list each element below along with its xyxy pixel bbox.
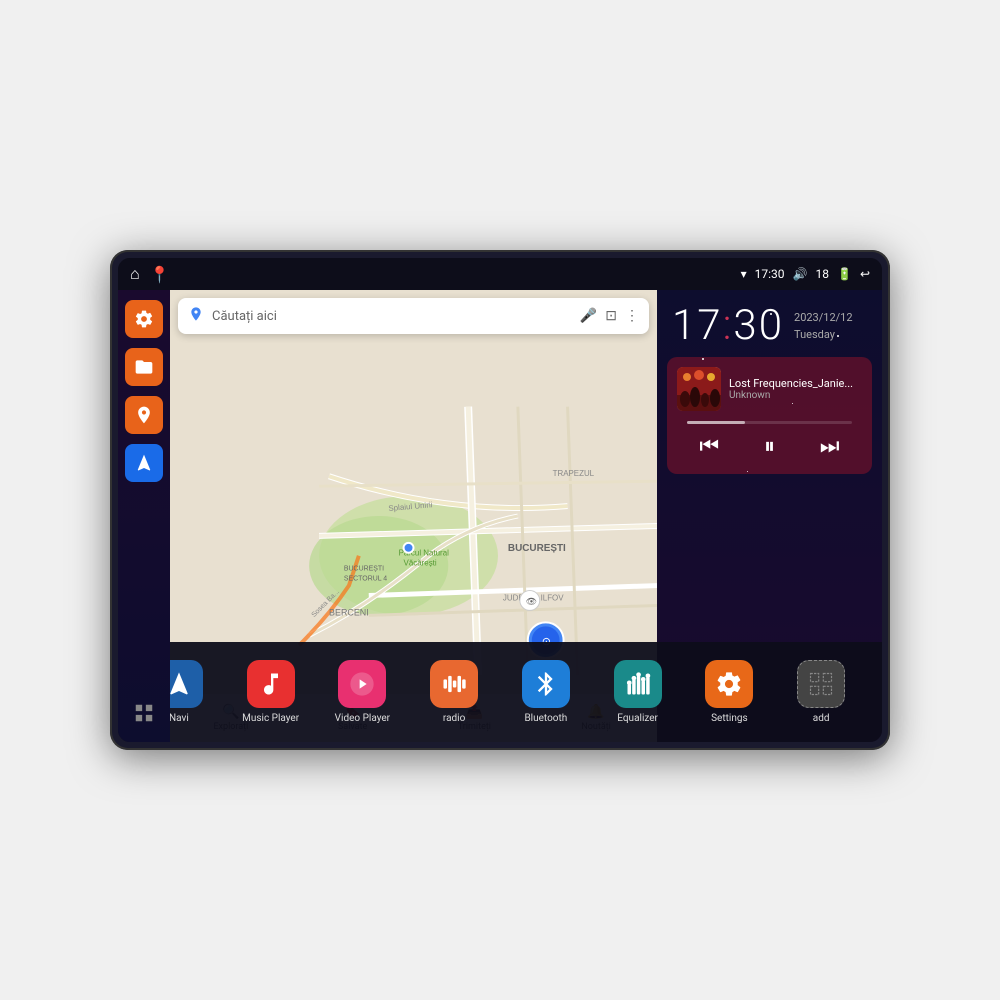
status-bar-left: ⌂ 📍	[130, 264, 170, 284]
sidebar-map-btn[interactable]	[125, 396, 163, 434]
pause-button[interactable]: ⏸	[759, 429, 780, 464]
album-art-image	[677, 367, 721, 411]
sidebar-settings-btn[interactable]	[125, 300, 163, 338]
map-search-bar[interactable]: Căutați aici 🎤 ⊡ ⋮	[178, 298, 649, 334]
clock-display: 17:30	[672, 305, 784, 347]
music-artist: Unknown	[729, 390, 862, 401]
layers-icon[interactable]: ⊡	[605, 308, 617, 324]
navi-label: Navi	[169, 713, 189, 724]
svg-text:BUCUREȘTI: BUCUREȘTI	[508, 543, 566, 554]
device-frame: ⌂ 📍 ▾ 17:30 🔊 18 🔋 ↩	[110, 250, 890, 750]
music-progress-bar[interactable]	[687, 421, 852, 424]
battery-icon: 🔋	[837, 267, 852, 281]
add-label: add	[813, 713, 830, 724]
next-button[interactable]: ⏭	[815, 429, 845, 464]
volume-icon: 🔊	[793, 267, 808, 281]
svg-text:TRAPEZUL: TRAPEZUL	[553, 469, 595, 478]
svg-text:👁: 👁	[526, 596, 537, 606]
battery-level: 18	[815, 267, 829, 281]
more-icon[interactable]: ⋮	[625, 308, 639, 324]
app-video-player[interactable]: Video Player	[328, 660, 396, 724]
main-area: Splaiul Unirii BUCUREȘTI JUDEȚUL ILFOV B…	[118, 290, 882, 742]
music-controls: ⏮ ⏸ ⏭	[677, 429, 862, 464]
map-search-input[interactable]: Căutați aici	[212, 309, 572, 324]
time-display: 17:30	[755, 267, 785, 281]
svg-text:BUCUREȘTI: BUCUREȘTI	[344, 566, 384, 573]
music-player-icon	[247, 660, 295, 708]
add-icon	[797, 660, 845, 708]
video-player-icon	[338, 660, 386, 708]
music-player: Lost Frequencies_Janie... Unknown ⏮ ⏸	[667, 357, 872, 474]
radio-icon	[430, 660, 478, 708]
home-icon[interactable]: ⌂	[130, 264, 140, 284]
app-settings[interactable]: Settings	[695, 660, 763, 724]
map-search-actions: 🎤 ⊡ ⋮	[580, 308, 639, 324]
app-music-player[interactable]: Music Player	[237, 660, 305, 724]
clock-date-value: 2023/12/12	[794, 310, 853, 327]
status-bar: ⌂ 📍 ▾ 17:30 🔊 18 🔋 ↩	[118, 258, 882, 290]
wifi-icon: ▾	[741, 267, 747, 281]
clock-time: 17:30	[672, 305, 784, 347]
google-maps-icon	[188, 306, 204, 326]
album-art	[677, 367, 721, 411]
settings-icon	[705, 660, 753, 708]
equalizer-label: Equalizer	[617, 713, 658, 724]
app-equalizer[interactable]: Equalizer	[604, 660, 672, 724]
music-progress-fill	[687, 421, 745, 424]
clock-hours: 17	[672, 301, 723, 350]
equalizer-icon	[614, 660, 662, 708]
app-add[interactable]: add	[787, 660, 855, 724]
mic-icon[interactable]: 🎤	[580, 308, 597, 324]
map-status-icon[interactable]: 📍	[150, 265, 170, 284]
music-title: Lost Frequencies_Janie...	[729, 377, 862, 390]
clock-date: 2023/12/12 Tuesday	[794, 310, 853, 343]
music-player-label: Music Player	[242, 713, 299, 724]
music-info: Lost Frequencies_Janie... Unknown	[677, 367, 862, 411]
settings-label: Settings	[711, 713, 748, 724]
status-bar-right: ▾ 17:30 🔊 18 🔋 ↩	[741, 267, 870, 281]
radio-label: radio	[443, 713, 465, 724]
device-screen: ⌂ 📍 ▾ 17:30 🔊 18 🔋 ↩	[118, 258, 882, 742]
prev-button[interactable]: ⏮	[694, 429, 724, 464]
svg-text:BERCENI: BERCENI	[329, 607, 369, 617]
apps-grid: Navi Music Player	[118, 642, 882, 742]
music-text: Lost Frequencies_Janie... Unknown	[729, 377, 862, 401]
clock-day: Tuesday	[794, 327, 853, 344]
clock-minutes: 30	[733, 301, 784, 350]
svg-text:SECTORUL 4: SECTORUL 4	[344, 576, 387, 583]
app-bluetooth[interactable]: Bluetooth	[512, 660, 580, 724]
sidebar-folder-btn[interactable]	[125, 348, 163, 386]
sidebar-nav-btn[interactable]	[125, 444, 163, 482]
back-icon[interactable]: ↩	[860, 267, 870, 281]
clock-area: 17:30 2023/12/12 Tuesday	[657, 290, 882, 357]
clock-colon: :	[723, 301, 734, 350]
video-player-label: Video Player	[335, 713, 390, 724]
sidebar-grid-btn[interactable]	[125, 694, 163, 732]
bluetooth-icon	[522, 660, 570, 708]
bluetooth-label: Bluetooth	[524, 713, 567, 724]
app-radio[interactable]: radio	[420, 660, 488, 724]
left-sidebar	[118, 290, 170, 742]
svg-text:Văcărești: Văcărești	[404, 559, 437, 568]
